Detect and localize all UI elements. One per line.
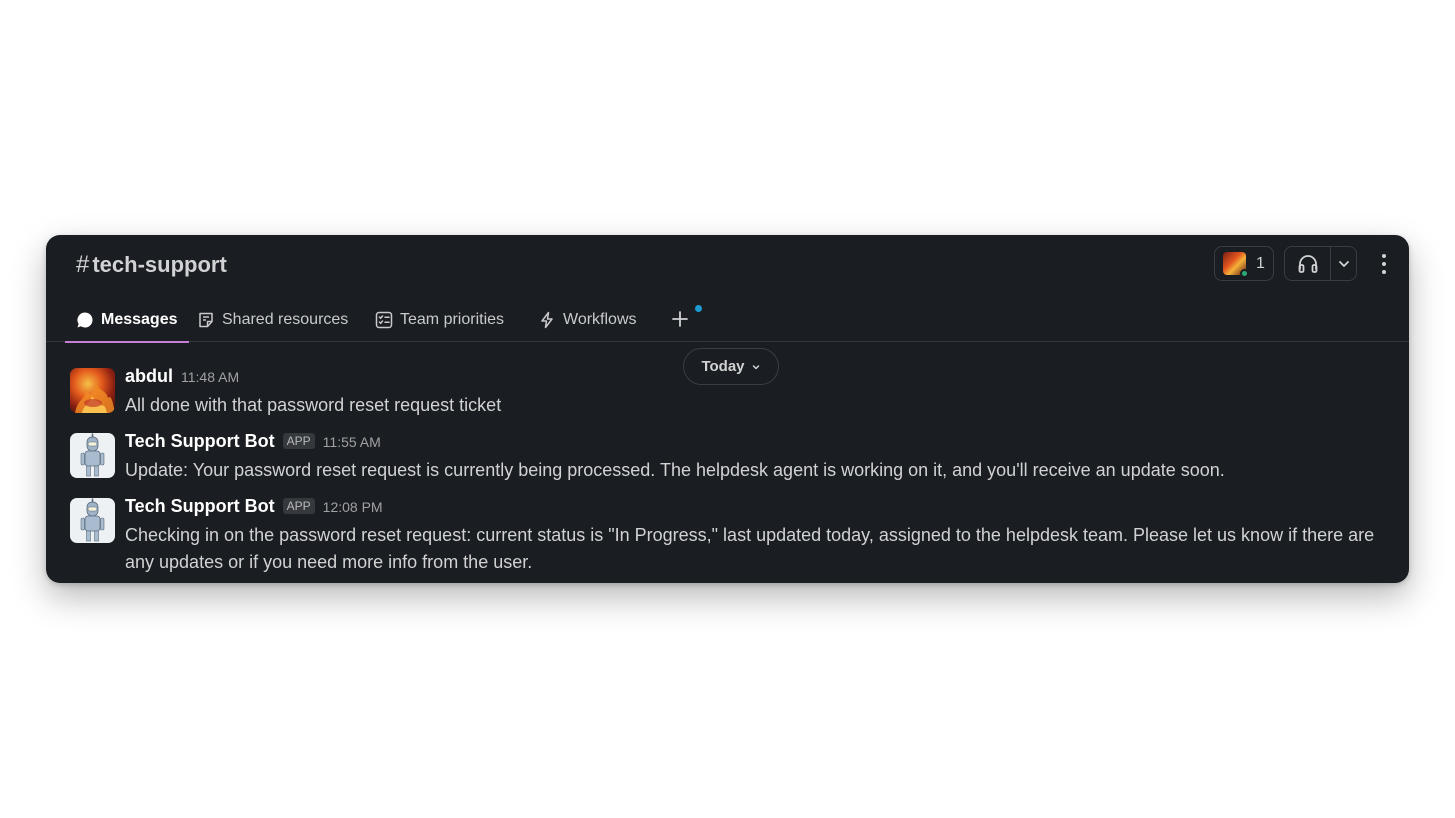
plus-icon [672,311,688,327]
tab-label: Messages [101,310,178,328]
kebab-dot [1382,262,1386,266]
message-timestamp[interactable]: 12:08 PM [323,499,383,515]
member-avatar [1223,252,1249,278]
lightning-icon [541,311,553,328]
message-text: Update: Your password reset request is c… [125,460,1225,480]
message-timestamp[interactable]: 11:48 AM [181,369,239,385]
channel-title[interactable]: # tech-support [76,251,227,279]
message-header: Tech Support Bot APP 11:55 AM [125,431,1390,455]
chevron-down-icon [1338,260,1349,267]
channel-window: # tech-support 1 Messages Shared resourc… [46,235,1409,583]
message-timestamp[interactable]: 11:55 AM [323,434,381,450]
channel-header: # tech-support 1 [46,235,1409,293]
tab-label: Team priorities [400,310,505,328]
kebab-dot [1382,270,1386,274]
tab-label: Shared resources [222,310,349,328]
message-body: Tech Support Bot APP 12:08 PM Checking i… [125,496,1390,576]
author-name[interactable]: Tech Support Bot [125,431,275,452]
add-tab-button[interactable] [666,305,702,333]
author-name[interactable]: Tech Support Bot [125,496,275,517]
message-bubble-icon [77,311,93,327]
chevron-down-icon [752,364,759,369]
tab-workflows[interactable]: Workflows [538,297,637,342]
avatar[interactable] [70,368,115,413]
author-name[interactable]: abdul [125,366,173,387]
date-divider-button[interactable]: Today [683,348,779,385]
tab-shared-resources[interactable]: Shared resources [197,297,348,342]
app-badge: APP [282,498,315,514]
notification-dot [695,305,702,312]
tab-label: Workflows [563,310,637,328]
channel-hash-icon: # [76,251,90,278]
avatar[interactable] [70,498,115,543]
canvas-note-icon [199,312,213,327]
channel-name: tech-support [92,252,227,277]
app-badge: APP [282,433,315,449]
headphones-icon [1298,254,1317,273]
huddle-button[interactable] [1285,247,1331,280]
message-text: All done with that password reset reques… [125,395,502,415]
message-text: Checking in on the password reset reques… [125,525,1375,572]
message-header: Tech Support Bot APP 12:08 PM [125,496,1390,520]
robot-avatar-image [80,433,105,477]
huddle-options-button[interactable] [1331,247,1356,280]
presence-indicator [1240,269,1249,278]
avatar[interactable] [70,433,115,478]
fire-avatar-image [75,382,115,413]
date-divider-label: Today [701,358,745,375]
tab-messages[interactable]: Messages [65,297,189,343]
huddle-button-group [1284,246,1357,281]
kebab-dot [1382,254,1386,258]
message-body: Tech Support Bot APP 11:55 AM Update: Yo… [125,431,1390,484]
list-checklist-icon [375,311,393,328]
tab-team-priorities[interactable]: Team priorities [375,297,504,342]
member-count: 1 [1256,254,1265,272]
more-options-kebab-icon[interactable] [1374,249,1394,279]
robot-avatar-image [80,498,105,542]
channel-tabs: Messages Shared resources Team prioritie… [46,297,1409,343]
members-button[interactable]: 1 [1214,246,1274,281]
